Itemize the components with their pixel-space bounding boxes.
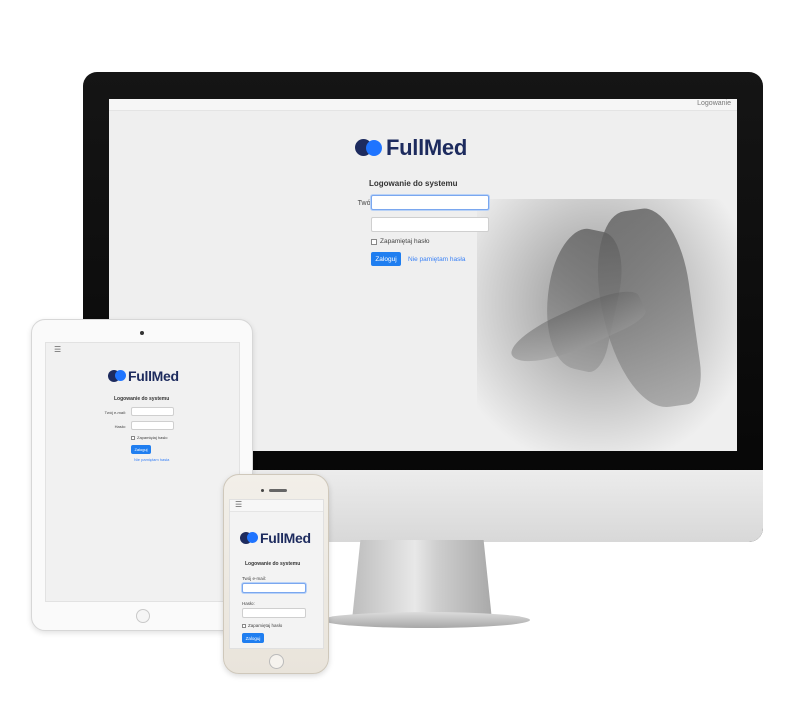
phone-device: ☰ FullMed Logowanie do systemu Twój e-ma…	[223, 474, 329, 674]
login-title: Logowanie do systemu	[114, 396, 170, 402]
email-label: Twój e-mail:	[242, 576, 267, 581]
fullmed-logo: FullMed	[240, 530, 311, 546]
password-label: Hasło:	[242, 601, 255, 606]
password-label: Hasło:	[114, 424, 126, 429]
login-button[interactable]: Zaloguj	[242, 633, 264, 643]
phone-home-button	[269, 654, 284, 669]
password-input[interactable]	[371, 217, 489, 232]
desktop-topbar: Logowanie	[109, 99, 737, 111]
tablet-camera	[140, 331, 144, 335]
fullmed-logo: FullMed	[355, 135, 467, 161]
monitor-stand	[352, 540, 492, 620]
email-input[interactable]	[242, 583, 306, 593]
login-title: Logowanie do systemu	[369, 179, 458, 188]
phone-topbar: ☰	[230, 500, 323, 512]
logo-circles-icon	[240, 532, 260, 544]
remember-label: Zapamiętaj hasło	[137, 435, 168, 440]
login-button[interactable]: Zaloguj	[371, 252, 401, 266]
nav-login-link[interactable]: Logowanie	[697, 100, 731, 107]
device-mockup-stage: Logowanie FullMed Logowanie do systemu T…	[0, 0, 800, 726]
forgot-password-link[interactable]: Nie pamiętam hasła	[408, 256, 465, 263]
phone-speaker	[269, 489, 287, 492]
forgot-password-link[interactable]: Nie pamiętam hasła	[134, 457, 169, 462]
password-input[interactable]	[242, 608, 306, 618]
remember-checkbox[interactable]	[371, 239, 377, 245]
logo-text: FullMed	[386, 135, 468, 160]
hamburger-icon[interactable]: ☰	[54, 345, 61, 354]
logo-text: FullMed	[260, 530, 311, 546]
phone-screen: ☰ FullMed Logowanie do systemu Twój e-ma…	[229, 499, 324, 649]
remember-label: Zapamiętaj hasło	[248, 623, 283, 628]
remember-label: Zapamiętaj hasło	[380, 238, 430, 245]
logo-text: FullMed	[128, 368, 179, 384]
tablet-home-button	[136, 609, 150, 623]
remember-checkbox[interactable]	[242, 624, 246, 628]
remember-checkbox[interactable]	[131, 436, 135, 440]
password-input[interactable]	[131, 421, 174, 430]
email-label: Twój e-mail:	[104, 410, 126, 415]
phone-camera	[261, 489, 264, 492]
tablet-screen: ☰ FullMed Logowanie do systemu Twój e-ma…	[45, 342, 240, 602]
logo-circles-icon	[355, 139, 385, 157]
email-input[interactable]	[371, 195, 489, 210]
fullmed-logo: FullMed	[108, 368, 179, 384]
login-title: Logowanie do systemu	[245, 561, 301, 567]
monitor-stand-foot	[322, 612, 530, 628]
hamburger-icon[interactable]: ☰	[235, 500, 242, 509]
login-button[interactable]: Zaloguj	[131, 445, 151, 454]
logo-circles-icon	[108, 370, 128, 382]
background-photo-woman	[477, 199, 737, 451]
tablet-device: ☰ FullMed Logowanie do systemu Twój e-ma…	[31, 319, 253, 631]
email-input[interactable]	[131, 407, 174, 416]
